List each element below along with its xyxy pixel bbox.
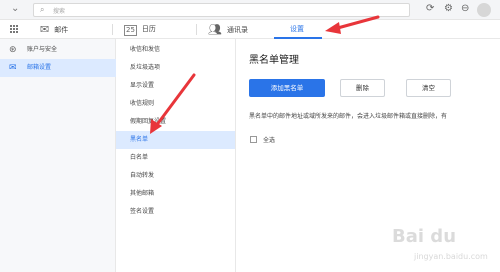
nav-divider (196, 24, 197, 35)
menu-item-display[interactable]: 显示设置 (116, 77, 235, 95)
delete-button[interactable]: 删除 (340, 79, 385, 97)
watermark-url: jingyan.baidu.com (414, 252, 488, 261)
search-input[interactable]: ⌕ 搜索 (33, 3, 410, 17)
calendar-icon: 25 (124, 25, 137, 36)
settings-sidebar: ⊛ 账户与安全 ✉ 邮箱设置 (0, 39, 116, 272)
select-all-checkbox[interactable] (250, 136, 257, 143)
menu-item-auto-forward[interactable]: 自动转发 (116, 167, 235, 185)
nav-mail[interactable]: ✉ 邮件 (40, 20, 68, 39)
minimize-icon[interactable]: ⊖ (461, 3, 469, 14)
sidebar-item-mailbox-settings[interactable]: ✉ 邮箱设置 (0, 59, 116, 77)
avatar[interactable] (477, 3, 491, 17)
menu-item-anti-spam[interactable]: 反垃圾选项 (116, 59, 235, 77)
search-placeholder: 搜索 (53, 8, 66, 15)
nav-calendar[interactable]: 25 日历 (124, 20, 156, 39)
watermark-logo: Bai du (392, 226, 457, 247)
nav-contacts[interactable]: 👥︎ 通讯录 (208, 20, 248, 39)
menu-item-vacation-reply[interactable]: 假期回复设置 (116, 113, 235, 131)
blacklist-panel: 黑名单管理 添加黑名单 删除 清空 黑名单中的邮件地址或域所发来的邮件，会进入垃… (236, 39, 500, 272)
refresh-icon[interactable]: ⟳ (426, 3, 434, 14)
add-blacklist-button[interactable]: 添加黑名单 (249, 79, 325, 97)
mail-icon: ✉ (40, 23, 50, 36)
user-icon: ⊛ (9, 45, 17, 55)
select-all-label: 全选 (263, 137, 276, 144)
page-title: 黑名单管理 (249, 55, 299, 66)
menu-item-other-mailbox[interactable]: 其他邮箱 (116, 185, 235, 203)
nav-divider (112, 24, 113, 35)
menu-item-send-receive[interactable]: 收信和发信 (116, 41, 235, 59)
clear-button[interactable]: 清空 (406, 79, 451, 97)
app-grid-icon[interactable] (10, 25, 19, 34)
menu-item-blacklist[interactable]: 黑名单 (116, 131, 235, 149)
mailbox-settings-menu: 收信和发信 反垃圾选项 显示设置 收信规则 假期回复设置 黑名单 白名单 自动转… (116, 39, 236, 272)
search-icon: ⌕ (40, 5, 45, 14)
menu-item-whitelist[interactable]: 白名单 (116, 149, 235, 167)
menu-item-signature[interactable]: 签名设置 (116, 203, 235, 221)
chevron-down-icon[interactable]: ⌄ (11, 3, 19, 14)
sidebar-item-account-security[interactable]: ⊛ 账户与安全 (0, 41, 116, 59)
contacts-icon: 👥︎ (208, 23, 222, 36)
mailbox-icon: ✉ (9, 63, 17, 73)
top-bar: ⌄ ⌕ 搜索 ⟳ ⚙ ⊖ (0, 0, 500, 20)
settings-icon[interactable]: ⚙ (444, 3, 453, 14)
blacklist-description: 黑名单中的邮件地址或域所发来的邮件，会进入垃圾邮件箱或直接删除，有 (249, 113, 448, 120)
main-nav: ✉ 邮件 25 日历 👥︎ 通讯录 设置 (0, 20, 500, 39)
menu-item-receive-rules[interactable]: 收信规则 (116, 95, 235, 113)
